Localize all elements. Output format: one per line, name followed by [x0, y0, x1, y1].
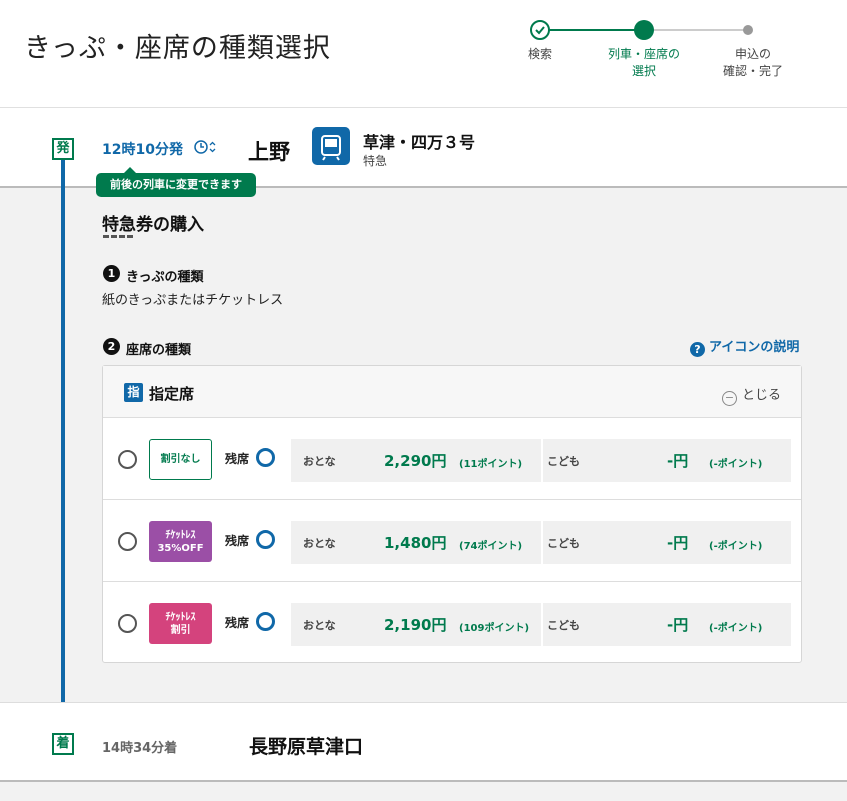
- price-divider: [541, 521, 543, 564]
- arrival-station: 長野原草津口: [249, 736, 364, 758]
- adult-points: (74ポイント): [459, 541, 523, 552]
- child-label: こども: [547, 619, 580, 632]
- availability-label: 残席: [225, 452, 250, 466]
- fare-type-tag: 割引なし: [149, 439, 212, 480]
- reserved-seat-icon: 指: [124, 383, 143, 402]
- arrival-badge: 着: [52, 733, 74, 755]
- fare-radio[interactable]: [118, 532, 137, 551]
- seat-class-title: 指定席: [149, 385, 195, 403]
- ticket-kind-heading: きっぷの種類: [126, 270, 204, 285]
- price-box: おとな 1,480円 (74ポイント) こども -円 (-ポイント): [291, 521, 791, 564]
- child-points: (-ポイント): [709, 459, 763, 470]
- child-label: こども: [547, 537, 580, 550]
- step-train-seat-label: 列車・座席の 選択: [607, 47, 680, 78]
- change-train-tooltip: 前後の列車に変更できます: [96, 167, 256, 197]
- child-label: こども: [547, 455, 580, 468]
- train-name: 草津・四万３号: [363, 133, 476, 152]
- step-todo-dot: [743, 25, 753, 35]
- price-box: おとな 2,290円 (11ポイント) こども -円 (-ポイント): [291, 439, 791, 482]
- adult-price: 1,480円: [384, 534, 447, 552]
- icon-help-label: アイコンの説明: [709, 340, 800, 355]
- fare-type-tag: ﾁｹｯﾄﾚｽ 35%OFF: [149, 521, 212, 562]
- child-price: -円: [667, 616, 689, 634]
- clock-icon[interactable]: [194, 138, 218, 156]
- icon-help-link[interactable]: ? アイコンの説明: [690, 336, 799, 357]
- stepper-line-todo: [644, 29, 748, 31]
- availability-label: 残席: [225, 534, 250, 548]
- adult-price: 2,290円: [384, 452, 447, 470]
- fare-radio[interactable]: [118, 614, 137, 633]
- fare-option-row[interactable]: ﾁｹｯﾄﾚｽ 割引 残席 おとな 2,190円 (109ポイント) こども -円…: [103, 582, 801, 664]
- step-confirm-label: 申込の 確認・完了: [722, 47, 783, 78]
- step-search-label: 検索: [527, 47, 552, 61]
- stepper-line-done: [540, 29, 644, 31]
- available-circle-icon: [256, 448, 275, 467]
- departure-time[interactable]: 12時10分発: [102, 139, 183, 159]
- fare-type-tag: ﾁｹｯﾄﾚｽ 割引: [149, 603, 212, 644]
- seat-class-header: 指 指定席 − とじる: [103, 366, 801, 418]
- adult-price: 2,190円: [384, 616, 447, 634]
- page-title: きっぷ・座席の種類選択: [24, 33, 331, 64]
- progress-stepper: 検索 列車・座席の 選択 申込の 確認・完了: [510, 18, 810, 88]
- price-box: おとな 2,190円 (109ポイント) こども -円 (-ポイント): [291, 603, 791, 646]
- route-timeline: [61, 160, 65, 738]
- child-points: (-ポイント): [709, 623, 763, 634]
- section-title-underline: [103, 235, 133, 238]
- availability-label: 残席: [225, 616, 250, 630]
- minus-circle-icon: −: [722, 391, 737, 406]
- price-divider: [541, 439, 543, 482]
- step-number-1: 1: [103, 265, 120, 282]
- train-icon: [312, 127, 350, 165]
- departure-station: 上野: [248, 140, 290, 164]
- adult-label: おとな: [303, 455, 336, 468]
- adult-points: (109ポイント): [459, 623, 530, 634]
- price-divider: [541, 603, 543, 646]
- fare-radio[interactable]: [118, 450, 137, 469]
- step-number-2: 2: [103, 338, 120, 355]
- adult-points: (11ポイント): [459, 459, 523, 470]
- fare-option-row[interactable]: ﾁｹｯﾄﾚｽ 35%OFF 残席 おとな 1,480円 (74ポイント) こども…: [103, 500, 801, 582]
- available-circle-icon: [256, 612, 275, 631]
- collapse-label: とじる: [742, 388, 782, 403]
- seat-class-panel: 指 指定席 − とじる 割引なし 残席 おとな 2,290円 (11ポイント) こ…: [102, 365, 802, 663]
- fare-option-row[interactable]: 割引なし 残席 おとな 2,290円 (11ポイント) こども -円 (-ポイン…: [103, 418, 801, 500]
- section-title: 特急券の購入: [102, 215, 204, 235]
- step-done-check-icon: [530, 20, 550, 40]
- adult-label: おとな: [303, 537, 336, 550]
- ticket-kind-value: 紙のきっぷまたはチケットレス: [102, 293, 284, 308]
- collapse-button[interactable]: − とじる: [722, 384, 781, 406]
- page-header: きっぷ・座席の種類選択 検索 列車・座席の 選択 申込の 確認・完了: [0, 0, 847, 108]
- step-current-dot: [634, 20, 654, 40]
- arrival-time: 14時34分着: [102, 741, 178, 756]
- train-type: 特急: [363, 154, 388, 168]
- available-circle-icon: [256, 530, 275, 549]
- departure-badge: 発: [52, 138, 74, 160]
- child-price: -円: [667, 534, 689, 552]
- adult-label: おとな: [303, 619, 336, 632]
- child-price: -円: [667, 452, 689, 470]
- child-points: (-ポイント): [709, 541, 763, 552]
- question-icon: ?: [690, 342, 705, 357]
- seat-kind-heading: 座席の種類: [126, 343, 192, 358]
